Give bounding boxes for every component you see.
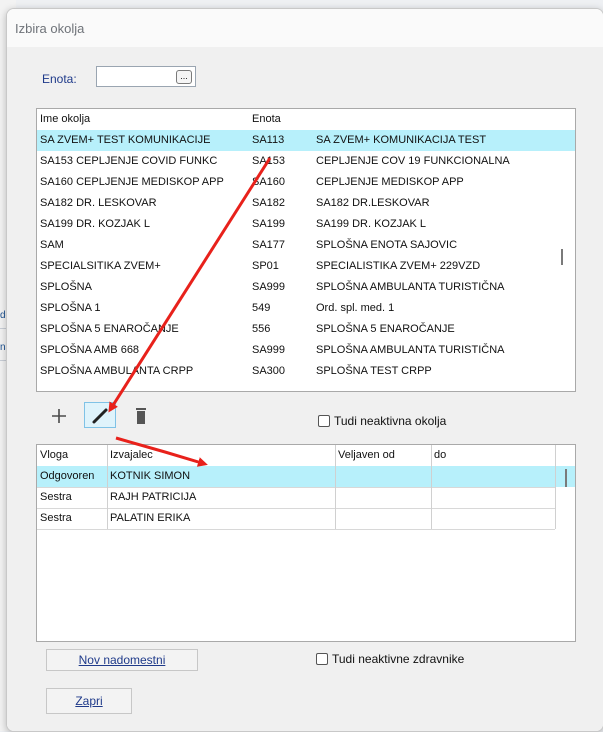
table-cell: 556 [252, 323, 271, 335]
row-divider [37, 529, 555, 530]
table-cell: SPECIALISTIKA ZVEM+ 229VZD [316, 260, 481, 272]
roles-scrollbar[interactable] [565, 469, 567, 487]
table-row[interactable]: SPLOŠNA 5 ENAROČANJE 556 SPLOŠNA 5 ENAROČA… [37, 319, 575, 340]
new-substitute-label: Nov nadomestni [78, 653, 166, 667]
table-cell: SPECIALSITIKA ZVEM+ [40, 260, 161, 272]
table-cell: SA182 DR.LESKOVAR [316, 197, 430, 209]
inactive-environments-label: Tudi neaktivna okolja [334, 414, 447, 428]
inactive-doctors-label: Tudi neaktivne zdravnike [332, 652, 465, 666]
column-header-ime-okolja[interactable]: Ime okolja [37, 109, 249, 130]
table-cell: SPLOŠNA AMB 668 [40, 344, 140, 356]
table-cell: SA199 [252, 218, 286, 230]
table-row[interactable]: SPLOŠNA 1 549 Ord. spl. med. 1 [37, 298, 575, 319]
table-row[interactable]: SA182 DR. LESKOVAR SA182 SA182 DR.LESKOVAR [37, 193, 575, 214]
table-row[interactable]: SPLOŠNA AMB 668 SA999 SPLOŠNA AMBULANTA TU… [37, 340, 575, 361]
title-bar: Izbira okolja [7, 9, 603, 47]
table-cell: SA999 [252, 344, 286, 356]
table-cell: SA160 [252, 176, 286, 188]
table-cell: SPLOŠNA AMBULANTA CRPP [40, 365, 194, 377]
table-row[interactable]: SPLOŠNA AMBULANTA CRPP SA300 SPLOŠNA TEST … [37, 361, 575, 382]
delete-button[interactable] [128, 404, 154, 428]
table-cell [431, 466, 555, 487]
column-header-opis[interactable] [313, 109, 553, 130]
column-divider [555, 445, 556, 529]
plus-icon [52, 409, 66, 423]
add-button[interactable] [46, 404, 72, 428]
table-cell: KOTNIK SIMON [110, 470, 191, 482]
table-cell: Odgovoren [40, 470, 95, 482]
table-row[interactable]: Sestra PALATIN ERIKA [37, 508, 575, 529]
table-cell: SPLOŠNA 5 ENAROČANJE [316, 323, 455, 335]
table-cell: SA999 [252, 281, 286, 293]
table-cell [431, 487, 555, 508]
table-row[interactable]: Sestra RAJH PATRICIJA [37, 487, 575, 508]
table-cell: SA177 [252, 239, 286, 251]
enota-label: Enota: [42, 72, 77, 86]
table-cell: SPLOŠNA AMBULANTA TURISTIČNA [316, 344, 505, 356]
table-row[interactable]: SPECIALSITIKA ZVEM+ SP01 SPECIALISTIKA ZVE… [37, 256, 575, 277]
table-cell: SA153 CEPLJENJE COVID FUNKC [40, 155, 218, 167]
table-cell: SA153 [252, 155, 286, 167]
inactive-environments-checkbox[interactable] [318, 415, 330, 427]
table-cell: SA182 DR. LESKOVAR [40, 197, 157, 209]
environments-table: Ime okolja Enota SA ZVEM+ TEST KOMUNIKAC… [36, 108, 576, 392]
table-cell: SA182 [252, 197, 286, 209]
table-cell: SPLOŠNA 1 [40, 302, 101, 314]
column-header-do[interactable]: do [431, 445, 555, 466]
table-row[interactable]: SAM SA177 SPLOŠNA ENOTA SAJOVIC [37, 235, 575, 256]
table-row[interactable]: Odgovoren KOTNIK SIMON [37, 466, 575, 487]
table-cell [335, 487, 431, 508]
table-cell: 549 [252, 302, 271, 314]
table-cell: SAM [40, 239, 64, 251]
table-row[interactable]: SA199 DR. KOZJAK L SA199 SA199 DR. KOZJAK … [37, 214, 575, 235]
table-cell: SA113 [252, 134, 285, 146]
close-button[interactable]: Zapri [46, 688, 132, 714]
column-divider [335, 445, 336, 529]
table-cell: SPLOŠNA ENOTA SAJOVIC [316, 239, 458, 251]
table-cell: Sestra [40, 512, 72, 524]
table-row[interactable]: SA153 CEPLJENJE COVID FUNKC SA153 CEPLJENJ… [37, 151, 575, 172]
table-cell: PALATIN ERIKA [110, 512, 191, 524]
column-header-enota[interactable]: Enota [249, 109, 313, 130]
trash-icon [136, 408, 146, 424]
table-row[interactable]: SA ZVEM+ TEST KOMUNIKACIJE SA113 SA ZVEM+ … [37, 130, 575, 151]
table-cell: SA160 CEPLJENJE MEDISKOP APP [40, 176, 224, 188]
table-cell: CEPLJENJE COV 19 FUNKCIONALNA [316, 155, 510, 167]
table-cell [335, 508, 431, 529]
close-label: Zapri [75, 694, 103, 708]
table-cell: SA199 DR. KOZJAK L [316, 218, 427, 230]
table-cell: SPLOŠNA [40, 281, 92, 293]
table-row[interactable]: SPLOŠNA SA999 SPLOŠNA AMBULANTA TURISTIČNA [37, 277, 575, 298]
table-header: Ime okolja Enota [37, 109, 575, 130]
table-cell: SPLOŠNA TEST CRPP [316, 365, 432, 377]
table-header: Vloga Izvajalec Veljaven od do [37, 445, 575, 466]
inactive-doctors-checkbox[interactable] [316, 653, 328, 665]
table-cell [335, 466, 431, 487]
column-header-veljaven-od[interactable]: Veljaven od [335, 445, 431, 466]
table-cell: Ord. spl. med. 1 [316, 302, 395, 314]
column-header-vloga[interactable]: Vloga [37, 445, 107, 466]
table-cell: SA ZVEM+ KOMUNIKACIJA TEST [316, 134, 487, 146]
table-cell: SP01 [252, 260, 279, 272]
window-title: Izbira okolja [15, 21, 85, 36]
table-cell: RAJH PATRICIJA [110, 491, 197, 503]
table-cell: SA199 DR. KOZJAK L [40, 218, 151, 230]
column-divider [431, 445, 432, 529]
table-cell: SA ZVEM+ TEST KOMUNIKACIJE [40, 134, 211, 146]
table-cell: SA300 [252, 365, 286, 377]
environments-scrollbar[interactable] [561, 249, 563, 265]
table-cell [431, 508, 555, 529]
edit-button[interactable] [84, 402, 116, 428]
table-cell: Sestra [40, 491, 72, 503]
column-divider [107, 445, 108, 529]
roles-table: Vloga Izvajalec Veljaven od do Odgovoren… [36, 444, 576, 642]
column-header-izvajalec[interactable]: Izvajalec [107, 445, 335, 466]
table-cell: SPLOŠNA AMBULANTA TURISTIČNA [316, 281, 505, 293]
table-cell: SPLOŠNA 5 ENAROČANJE [40, 323, 179, 335]
table-cell: CEPLJENJE MEDISKOP APP [316, 176, 464, 188]
new-substitute-button[interactable]: Nov nadomestni [46, 649, 198, 671]
table-row[interactable]: SA160 CEPLJENJE MEDISKOP APP SA160 CEPLJEN… [37, 172, 575, 193]
pencil-icon [92, 408, 108, 424]
enota-browse-button[interactable]: ... [176, 70, 192, 84]
